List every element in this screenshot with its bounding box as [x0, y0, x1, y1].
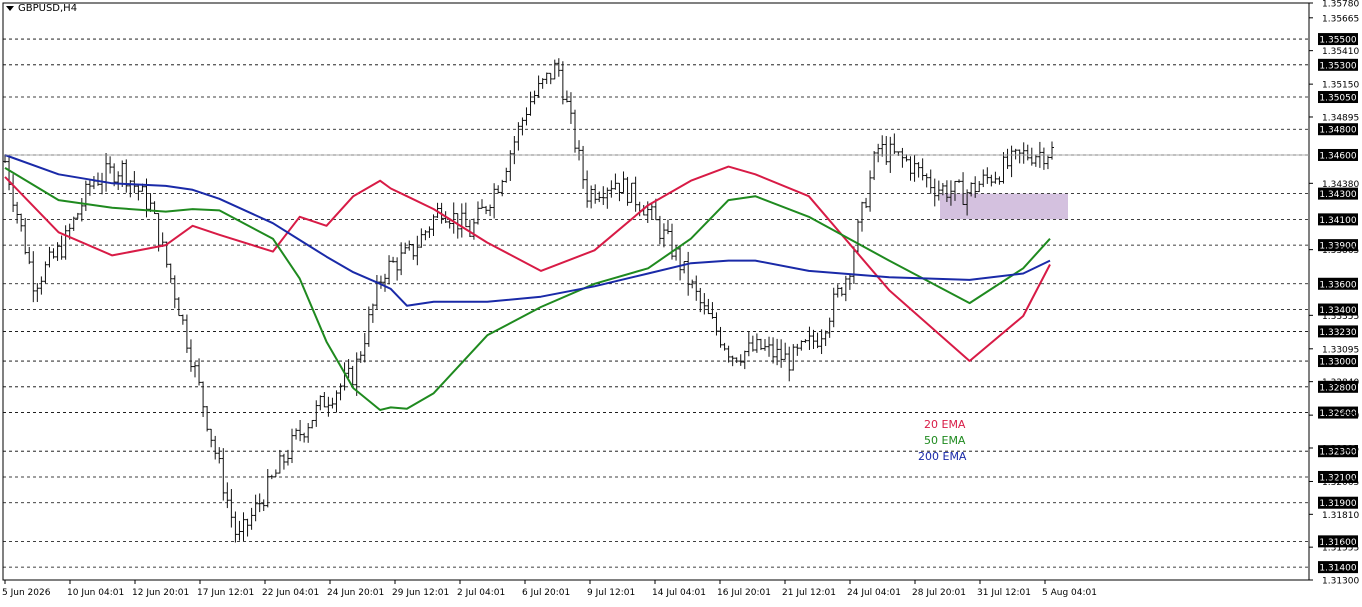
x-tick-label: 24 Jun 20:01 — [327, 588, 384, 598]
symbol-label[interactable]: GBPUSD,H4 — [6, 3, 77, 14]
y-tick-label: 1.35780 — [1322, 0, 1359, 10]
y-tick-label: 1.31810 — [1322, 511, 1359, 521]
ema20-legend: 20 EMA — [924, 418, 965, 431]
y-tick-label: 1.32580 — [1322, 412, 1359, 422]
y-tick-label: 1.31300 — [1322, 577, 1359, 587]
x-tick-label: 6 Jul 20:01 — [522, 588, 570, 598]
y-tick-label: 1.32065 — [1322, 478, 1359, 488]
highlight-zone — [940, 193, 1068, 220]
x-tick-label: 5 Jun 2026 — [2, 588, 51, 598]
y-tick-label: 1.33355 — [1322, 312, 1359, 322]
x-tick-label: 16 Jul 20:01 — [717, 588, 771, 598]
200-ema-line — [4, 154, 1051, 307]
y-tick-label: 1.35410 — [1322, 47, 1359, 57]
ema200-legend: 200 EMA — [918, 450, 966, 463]
y-tick-label: 1.34380 — [1322, 180, 1359, 190]
plot-frame — [2, 2, 1310, 581]
x-tick-label: 12 Jun 20:01 — [132, 588, 189, 598]
ema50-legend-label: 50 EMA — [924, 434, 966, 447]
x-tick-label: 9 Jul 12:01 — [587, 588, 635, 598]
x-tick-label: 31 Jul 12:01 — [977, 588, 1031, 598]
ema20-legend-label: 20 EMA — [924, 418, 966, 431]
price-chart: 1.35500 1.35300 1.35050 1.34800 1.34600 1.343… — [2, 0, 1359, 598]
level-label: 1.34600 — [1319, 151, 1356, 161]
y-tick-label: 1.34895 — [1322, 113, 1359, 123]
x-tick-label: 29 Jun 12:01 — [392, 588, 449, 598]
x-tick-label: 28 Jul 20:01 — [912, 588, 966, 598]
level-label: 1.35300 — [1319, 61, 1356, 71]
x-tick-label: 5 Aug 04:01 — [1042, 588, 1097, 598]
y-tick-label: 1.33865 — [1322, 246, 1359, 256]
50-ema-line — [4, 167, 1051, 411]
level-label: 1.33600 — [1319, 280, 1356, 290]
y-tick-label: 1.31555 — [1322, 544, 1359, 554]
y-tick-label: 1.32840 — [1322, 378, 1359, 388]
x-tick-label: 17 Jun 12:01 — [197, 588, 254, 598]
x-tick-label: 2 Jul 04:01 — [457, 588, 505, 598]
level-label: 1.35500 — [1319, 36, 1356, 46]
level-label: 1.34800 — [1319, 126, 1356, 136]
level-label: 1.31400 — [1319, 564, 1356, 574]
level-label: 1.34100 — [1319, 216, 1356, 226]
level-label: 1.34300 — [1319, 190, 1356, 200]
level-label: 1.33230 — [1319, 328, 1356, 338]
symbol-title: GBPUSD,H4 — [18, 3, 78, 14]
x-tick-label: 24 Jul 04:01 — [847, 588, 901, 598]
x-tick-label: 21 Jul 12:01 — [782, 588, 836, 598]
y-tick-label: 1.32325 — [1322, 444, 1359, 454]
chart-root: 1.35500 1.35300 1.35050 1.34800 1.34600 1.343… — [0, 0, 1362, 603]
level-label: 1.35050 — [1319, 94, 1356, 104]
y-tick-label: 1.35150 — [1322, 81, 1359, 91]
y-tick-label: 1.35665 — [1322, 14, 1359, 24]
ema50-legend: 50 EMA — [924, 434, 965, 447]
x-tick-label: 22 Jun 04:01 — [262, 588, 319, 598]
ema200-legend-label: 200 EMA — [918, 450, 967, 463]
x-tick-label: 10 Jun 04:01 — [67, 588, 124, 598]
x-tick-label: 14 Jul 04:01 — [652, 588, 706, 598]
level-label: 1.33000 — [1319, 358, 1356, 368]
y-tick-label: 1.33095 — [1322, 345, 1359, 355]
symbol-dropdown-icon[interactable] — [6, 6, 14, 11]
level-label: 1.31900 — [1319, 499, 1356, 509]
